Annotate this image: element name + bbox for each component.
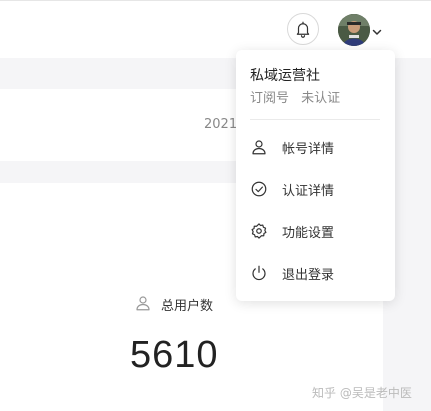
- account-meta: 订阅号 未认证: [250, 87, 348, 106]
- user-icon: [252, 140, 266, 155]
- account-name: 私域运营社: [250, 68, 320, 84]
- date-label: 2021: [204, 117, 238, 132]
- menu-item-account-details[interactable]: 帐号详情: [236, 129, 395, 165]
- notification-button[interactable]: [287, 13, 319, 45]
- total-users-value: 5610: [130, 334, 219, 376]
- user-icon: [136, 296, 150, 311]
- chevron-down-icon: [372, 29, 382, 35]
- account-dropdown-menu: 私域运营社 订阅号 未认证 帐号详情 认证详情 功能设置 退出登录: [236, 50, 395, 301]
- menu-item-label: 功能设置: [282, 225, 335, 241]
- menu-item-verification-details[interactable]: 认证详情: [236, 171, 395, 207]
- menu-divider: [250, 119, 380, 120]
- total-users-label: 总用户数: [161, 299, 214, 314]
- account-type: 订阅号: [250, 91, 290, 106]
- menu-item-label: 认证详情: [282, 183, 335, 199]
- avatar[interactable]: [338, 14, 370, 46]
- avatar-image: [338, 14, 370, 46]
- bell-icon: [296, 21, 310, 38]
- account-menu-toggle[interactable]: [371, 23, 383, 35]
- menu-item-logout[interactable]: 退出登录: [236, 255, 395, 291]
- gear-icon: [251, 223, 267, 239]
- check-circle-icon: [251, 181, 267, 197]
- verification-status: 未认证: [301, 91, 341, 106]
- power-icon: [252, 265, 266, 281]
- watermark: 知乎 @吴是老中医: [312, 386, 412, 400]
- menu-item-feature-settings[interactable]: 功能设置: [236, 213, 395, 249]
- menu-item-label: 退出登录: [282, 267, 335, 283]
- menu-item-label: 帐号详情: [282, 141, 335, 157]
